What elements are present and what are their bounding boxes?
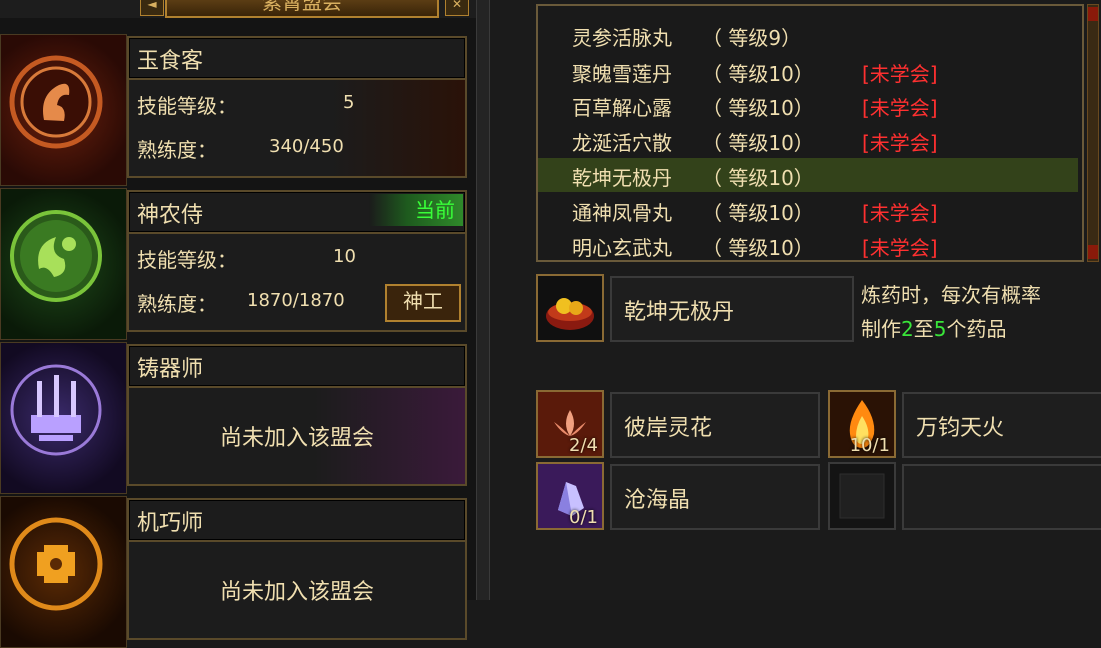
panel-header: ◄ 紫霄盟会 ✕ — [0, 0, 480, 18]
guild-info-box: 尚未加入该盟会 — [127, 540, 467, 640]
material-name-box: 万钧天火 — [902, 392, 1101, 458]
recipe-status: [未学会] — [862, 201, 938, 225]
shengong-button[interactable]: 神工 — [385, 284, 461, 322]
recipe-scrollbar[interactable] — [1087, 4, 1099, 262]
recipe-name: 灵参活脉丸 — [572, 26, 672, 50]
description-line1: 炼药时，每次有概率 — [861, 283, 1041, 307]
recipe-level: （ 等级10） — [702, 201, 814, 225]
skill-level-value: 5 — [343, 92, 355, 113]
not-joined-text: 尚未加入该盟会 — [219, 426, 374, 451]
material-slot[interactable]: 10/1 — [828, 390, 896, 458]
min-count: 2 — [901, 317, 914, 341]
guild-card-yushike[interactable]: 玉食客 技能等级： 5 熟练度： 340/450 — [0, 34, 475, 186]
mechanist-emblem-icon — [9, 517, 104, 612]
recipe-row[interactable]: 灵参活脉丸 （ 等级9） — [538, 18, 1078, 52]
product-slot[interactable] — [536, 274, 604, 342]
scroll-up-icon[interactable] — [1088, 7, 1098, 21]
close-button[interactable]: ✕ — [445, 0, 469, 16]
product-name: 乾坤无极丹 — [624, 300, 735, 325]
recipe-row-selected[interactable]: 乾坤无极丹 （ 等级10） — [538, 158, 1078, 192]
guild-name-box: 玉食客 — [127, 36, 467, 80]
recipe-name: 百草解心露 — [572, 96, 672, 120]
material-name: 万钧天火 — [916, 416, 1005, 441]
guild-info-box: 技能等级： 5 熟练度： 340/450 — [127, 78, 467, 178]
recipe-row[interactable]: 聚魄雪莲丹 （ 等级10） [未学会] — [538, 54, 1078, 88]
guild-name-box: 机巧师 — [127, 498, 467, 542]
recipe-name: 明心玄武丸 — [572, 236, 672, 260]
max-count: 5 — [933, 317, 947, 341]
guild-name-box: 铸器师 — [127, 344, 467, 388]
proficiency-label: 熟练度： — [137, 292, 217, 316]
product-name-box: 乾坤无极丹 — [610, 276, 854, 342]
description-line2: 制作2至5个药品 — [861, 312, 1041, 346]
empty-material-slot[interactable] — [828, 462, 896, 530]
recipe-status: [未学会] — [862, 96, 938, 120]
guild-card-jiqiaoshi[interactable]: 机巧师 尚未加入该盟会 — [0, 496, 475, 648]
scroll-down-icon[interactable] — [1088, 245, 1098, 259]
recipe-name: 通神凤骨丸 — [572, 201, 672, 225]
recipe-row[interactable]: 百草解心露 （ 等级10） [未学会] — [538, 88, 1078, 122]
material-count: 10/1 — [849, 435, 890, 456]
guild-name: 铸器师 — [137, 357, 204, 382]
prev-arrow-button[interactable]: ◄ — [140, 0, 164, 16]
recipe-row[interactable]: 明心玄武丸 （ 等级10） [未学会] — [538, 228, 1078, 262]
herbalist-emblem-icon — [9, 209, 104, 304]
proficiency-value: 340/450 — [269, 136, 344, 157]
cook-emblem-icon — [9, 55, 104, 150]
material-name-box: 沧海晶 — [610, 464, 820, 530]
emblem-background — [0, 496, 127, 648]
skill-level-label: 技能等级： — [137, 94, 237, 118]
guild-panel: ◄ 紫霄盟会 ✕ 玉食客 技能等级： 5 熟练度： 340/450 神农侍 当前… — [0, 0, 480, 648]
recipe-status: [未学会] — [862, 131, 938, 155]
proficiency-label: 熟练度： — [137, 138, 217, 162]
guild-name: 神农侍 — [137, 203, 204, 228]
material-name: 彼岸灵花 — [624, 416, 713, 441]
material-name: 沧海晶 — [624, 488, 691, 513]
guild-card-shennongshi[interactable]: 神农侍 当前 技能等级： 10 熟练度： 1870/1870 神工 — [0, 188, 475, 340]
description-mid: 至 — [913, 317, 934, 341]
not-joined-text: 尚未加入该盟会 — [219, 580, 374, 605]
guild-info-box: 尚未加入该盟会 — [127, 386, 467, 486]
product-description: 炼药时，每次有概率 制作2至5个药品 — [861, 278, 1041, 346]
blacksmith-emblem-icon — [9, 363, 104, 458]
material-count: 0/1 — [569, 507, 598, 528]
recipe-name: 龙涎活穴散 — [572, 131, 672, 155]
description-prefix: 制作 — [861, 317, 901, 341]
recipe-name: 乾坤无极丹 — [572, 166, 672, 190]
recipe-name: 聚魄雪莲丹 — [572, 62, 672, 86]
guild-card-zhuqishi[interactable]: 铸器师 尚未加入该盟会 — [0, 342, 475, 494]
emblem-background — [0, 34, 127, 186]
material-count: 2/4 — [569, 435, 598, 456]
guild-name-box: 神农侍 当前 — [127, 190, 467, 234]
recipe-row[interactable]: 龙涎活穴散 （ 等级10） [未学会] — [538, 123, 1078, 157]
description-suffix: 个药品 — [946, 317, 1007, 341]
emblem-background — [0, 188, 127, 340]
empty-name-box — [902, 464, 1101, 530]
empty-slot-icon — [839, 473, 885, 519]
skill-level-value: 10 — [333, 246, 356, 267]
recipe-level: （ 等级10） — [702, 62, 814, 86]
material-slot[interactable]: 2/4 — [536, 390, 604, 458]
recipe-row[interactable]: 通神凤骨丸 （ 等级10） [未学会] — [538, 193, 1078, 227]
panel-divider — [476, 0, 490, 600]
recipe-status: [未学会] — [862, 62, 938, 86]
emblem-background — [0, 342, 127, 494]
elixir-bowl-icon — [546, 298, 594, 330]
recipe-status: [未学会] — [862, 236, 938, 260]
recipe-level: （ 等级10） — [702, 96, 814, 120]
guild-name: 玉食客 — [137, 49, 204, 74]
recipe-level: （ 等级10） — [702, 236, 814, 260]
recipe-level: （ 等级10） — [702, 166, 814, 190]
material-name-box: 彼岸灵花 — [610, 392, 820, 458]
recipe-level: （ 等级9） — [702, 26, 802, 50]
current-badge: 当前 — [369, 194, 463, 226]
panel-title: 紫霄盟会 — [165, 0, 439, 18]
material-slot[interactable]: 0/1 — [536, 462, 604, 530]
guild-name: 机巧师 — [137, 511, 204, 536]
skill-level-label: 技能等级： — [137, 248, 237, 272]
proficiency-value: 1870/1870 — [247, 290, 345, 311]
recipe-list: 灵参活脉丸 （ 等级9） 聚魄雪莲丹 （ 等级10） [未学会] 百草解心露 （… — [536, 4, 1084, 262]
recipe-level: （ 等级10） — [702, 131, 814, 155]
guild-info-box: 技能等级： 10 熟练度： 1870/1870 神工 — [127, 232, 467, 332]
